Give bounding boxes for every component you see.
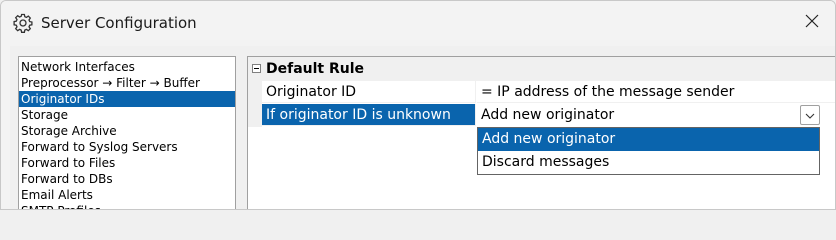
title-bar: Server Configuration bbox=[1, 1, 835, 45]
nav-item-forward-to-files[interactable]: Forward to Files bbox=[19, 155, 235, 171]
nav-item-forward-to-dbs[interactable]: Forward to DBs bbox=[19, 171, 235, 187]
combobox-value: Add new originator bbox=[481, 107, 615, 123]
dropdown-option-discard-messages[interactable]: Discard messages bbox=[478, 151, 819, 174]
nav-item-storage-archive[interactable]: Storage Archive bbox=[19, 123, 235, 139]
nav-item-preprocessor-filter-buffer[interactable]: Preprocessor → Filter → Buffer bbox=[19, 75, 235, 91]
dropdown-option-add-new-originator[interactable]: Add new originator bbox=[478, 128, 819, 151]
gear-icon bbox=[13, 13, 33, 33]
unknown-originator-combobox[interactable]: Add new originator bbox=[477, 104, 820, 127]
nav-item-network-interfaces[interactable]: Network Interfaces bbox=[19, 59, 235, 75]
property-name: If originator ID is unknown bbox=[262, 104, 476, 126]
nav-item-storage[interactable]: Storage bbox=[19, 107, 235, 123]
group-header-default-rule[interactable]: Default Rule bbox=[248, 57, 835, 81]
settings-nav-list[interactable]: Network Interfaces Preprocessor → Filter … bbox=[18, 56, 236, 209]
row-gutter bbox=[248, 81, 262, 104]
nav-item-forward-to-syslog-servers[interactable]: Forward to Syslog Servers bbox=[19, 139, 235, 155]
nav-item-originator-ids[interactable]: Originator IDs bbox=[19, 91, 235, 107]
window-title: Server Configuration bbox=[41, 14, 197, 32]
dropdown-button[interactable] bbox=[800, 105, 820, 125]
property-row-unknown-originator[interactable]: If originator ID is unknown Add new orig… bbox=[248, 104, 835, 127]
property-row-originator-id[interactable]: Originator ID = IP address of the messag… bbox=[248, 81, 835, 104]
originator-dropdown-list[interactable]: Add new originator Discard messages bbox=[477, 127, 820, 175]
dialog-client-area: Network Interfaces Preprocessor → Filter … bbox=[10, 46, 835, 209]
property-name: Originator ID bbox=[262, 81, 476, 103]
chevron-down-icon bbox=[805, 106, 815, 124]
nav-item-email-alerts[interactable]: Email Alerts bbox=[19, 187, 235, 203]
property-grid: Default Rule Originator ID = IP address … bbox=[247, 56, 835, 209]
property-value[interactable]: = IP address of the message sender bbox=[477, 81, 835, 103]
close-button[interactable] bbox=[797, 9, 827, 37]
nav-item-smtp-profiles[interactable]: SMTP Profiles bbox=[19, 203, 235, 209]
close-icon bbox=[805, 14, 819, 33]
row-gutter bbox=[248, 104, 262, 127]
server-configuration-window: Server Configuration Network Interfaces P… bbox=[0, 0, 836, 210]
group-title: Default Rule bbox=[266, 61, 365, 77]
collapse-icon[interactable] bbox=[252, 64, 261, 73]
